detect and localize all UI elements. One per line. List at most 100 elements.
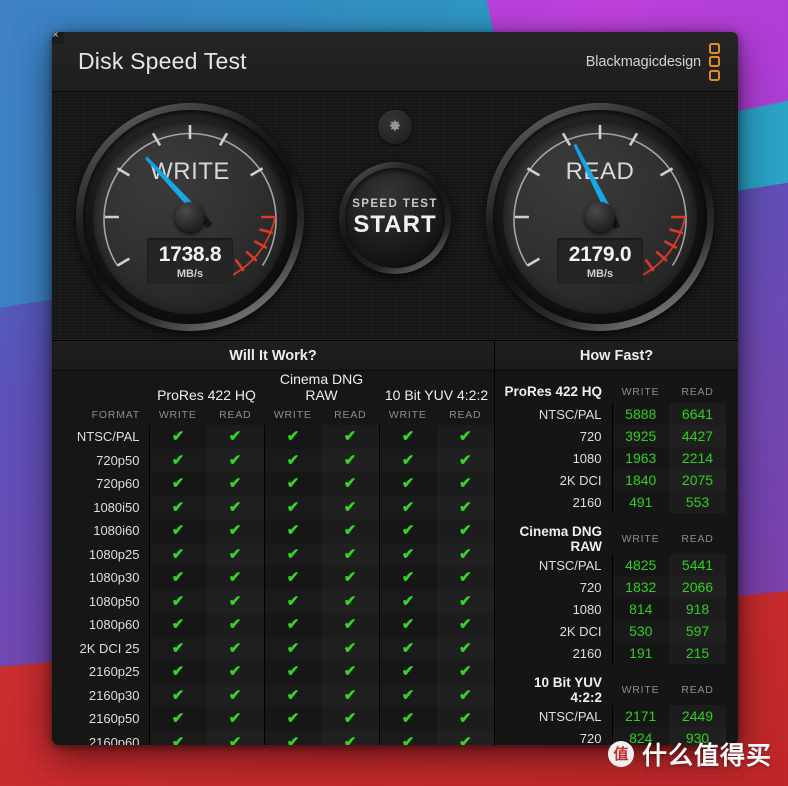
gear-icon[interactable] xyxy=(378,110,412,144)
support-cell: ✔ xyxy=(206,448,264,472)
title-bar: Disk Speed Test Blackmagicdesign xyxy=(52,32,738,92)
how-fast-read-header: READ xyxy=(681,684,714,696)
check-icon: ✔ xyxy=(343,592,357,610)
format-label: 1080i50 xyxy=(52,495,150,519)
support-cell: ✔ xyxy=(437,660,495,684)
check-icon: ✔ xyxy=(171,569,185,586)
check-icon: ✔ xyxy=(458,545,472,563)
table-row: 2160 191 215 xyxy=(499,642,726,664)
support-cell: ✔ xyxy=(436,589,494,613)
support-cell: ✔ xyxy=(263,660,322,684)
write-value: 1738.8 xyxy=(158,243,222,266)
speed-test-start-button[interactable]: SPEED TEST START xyxy=(339,162,451,274)
table-row: 720 1832 2066 xyxy=(499,576,726,598)
codec-header-prores: ProRes 422 HQ xyxy=(157,387,256,403)
write-speed-value: 1832 xyxy=(611,576,669,598)
check-icon: ✔ xyxy=(458,592,472,610)
format-label: NTSC/PAL xyxy=(538,406,602,422)
table-row: 720p50 ✔ ✔ ✔ ✔ ✔ ✔ xyxy=(52,448,494,472)
start-button-inner: SPEED TEST START xyxy=(345,168,445,268)
subheader-read-3: READ xyxy=(449,409,482,421)
format-label: 720 xyxy=(579,428,602,444)
support-cell: ✔ xyxy=(149,707,207,731)
write-gauge-label: WRITE xyxy=(150,158,230,185)
format-label: 1080p30 xyxy=(52,566,150,590)
support-cell: ✔ xyxy=(263,683,322,707)
check-icon: ✔ xyxy=(228,545,242,563)
check-icon: ✔ xyxy=(401,545,415,563)
support-cell: ✔ xyxy=(149,519,207,543)
format-header-spacer xyxy=(52,371,149,405)
table-row: NTSC/PAL 4825 5441 xyxy=(499,554,726,576)
support-cell: ✔ xyxy=(378,636,437,660)
support-cell: ✔ xyxy=(263,448,322,472)
support-cell: ✔ xyxy=(149,684,207,708)
support-cell: ✔ xyxy=(321,730,379,745)
check-icon: ✔ xyxy=(343,569,357,586)
support-cell: ✔ xyxy=(263,566,322,590)
support-cell: ✔ xyxy=(322,660,380,684)
gauge-face: WRITE 1738.8 MB/s xyxy=(93,120,287,314)
table-row: 2160 491 553 xyxy=(499,491,726,513)
read-speed-value: 597 xyxy=(669,620,726,642)
check-icon: ✔ xyxy=(286,686,300,704)
support-cell: ✔ xyxy=(149,660,207,684)
support-cell: ✔ xyxy=(207,613,265,637)
format-label: 2160 xyxy=(572,494,602,510)
check-icon: ✔ xyxy=(401,428,415,445)
write-speed-value: 5888 xyxy=(611,403,669,425)
format-label: 2160p60 xyxy=(52,730,150,745)
support-cell: ✔ xyxy=(321,589,379,613)
support-cell: ✔ xyxy=(437,613,495,637)
blackmagic-logo-icon xyxy=(709,42,720,81)
close-button[interactable]: × xyxy=(52,32,64,44)
check-icon: ✔ xyxy=(228,428,242,445)
write-gauge: WRITE 1738.8 MB/s xyxy=(76,103,304,331)
read-speed-value: 918 xyxy=(669,598,726,620)
check-icon: ✔ xyxy=(286,569,300,586)
read-speed-value: 6641 xyxy=(669,403,726,425)
check-icon: ✔ xyxy=(286,522,300,539)
write-gauge-hub xyxy=(175,202,205,232)
support-cell: ✔ xyxy=(263,589,322,613)
support-cell: ✔ xyxy=(263,472,322,496)
check-icon: ✔ xyxy=(401,451,415,469)
watermark-logo-icon: 值 xyxy=(607,741,634,767)
support-cell: ✔ xyxy=(436,683,494,707)
format-label: 2160 xyxy=(572,645,602,661)
support-cell: ✔ xyxy=(436,542,494,566)
write-speed-value: 1840 xyxy=(611,469,669,491)
check-icon: ✔ xyxy=(458,686,472,704)
support-cell: ✔ xyxy=(263,613,322,637)
check-icon: ✔ xyxy=(401,592,415,610)
check-icon: ✔ xyxy=(171,710,185,727)
read-gauge: READ 2179.0 MB/s xyxy=(486,103,714,331)
support-cell: ✔ xyxy=(437,519,495,543)
support-cell: ✔ xyxy=(321,448,379,472)
support-cell: ✔ xyxy=(263,730,322,745)
support-cell: ✔ xyxy=(207,519,265,543)
support-cell: ✔ xyxy=(378,542,437,566)
check-icon: ✔ xyxy=(458,663,472,680)
check-icon: ✔ xyxy=(286,498,300,516)
check-icon: ✔ xyxy=(286,592,300,610)
check-icon: ✔ xyxy=(458,522,472,539)
support-cell: ✔ xyxy=(378,495,437,519)
support-cell: ✔ xyxy=(149,613,207,637)
check-icon: ✔ xyxy=(228,592,242,610)
codec-header-row: ProRes 422 HQ Cinema DNG RAW 10 Bit YUV … xyxy=(52,371,494,405)
support-cell: ✔ xyxy=(263,495,322,519)
check-icon: ✔ xyxy=(458,498,472,516)
read-speed-value: 2075 xyxy=(669,469,726,491)
support-cell: ✔ xyxy=(149,472,207,496)
page-title: Disk Speed Test xyxy=(78,48,247,74)
read-gauge-label: READ xyxy=(565,158,635,185)
codec-group-name: ProRes 422 HQ xyxy=(504,384,602,399)
support-cell: ✔ xyxy=(149,496,207,520)
table-row: 1080 814 918 xyxy=(499,598,726,620)
check-icon: ✔ xyxy=(401,639,415,657)
check-icon: ✔ xyxy=(228,498,242,516)
check-icon: ✔ xyxy=(286,710,300,727)
table-row: NTSC/PAL 5888 6641 xyxy=(499,403,726,425)
table-row: 1080i50 ✔ ✔ ✔ ✔ ✔ ✔ xyxy=(52,495,494,520)
